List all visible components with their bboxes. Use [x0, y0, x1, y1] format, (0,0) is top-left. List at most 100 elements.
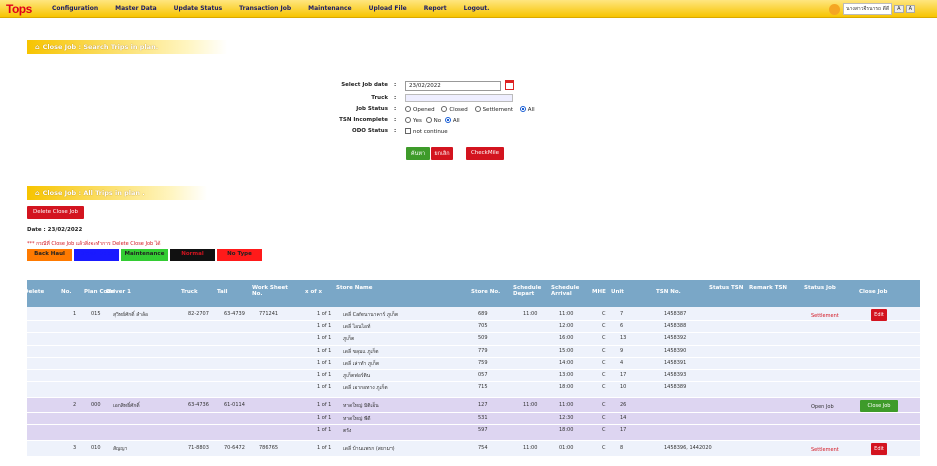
status-job: Open Job [811, 404, 834, 411]
menu-logout[interactable]: Logout. [464, 5, 490, 12]
unit: 4 [620, 359, 624, 366]
trips-section-title: ⌂ Close Job : All Trips in plan . [27, 186, 207, 200]
x-of-x: 1 of 1 [317, 311, 332, 317]
truck-no: 82-2707 [188, 311, 209, 317]
store-no: 715 [478, 384, 488, 391]
column-header: Store Name [336, 285, 373, 291]
tsn-all-option[interactable]: All [444, 117, 460, 124]
truck-no: 71-8803 [188, 445, 209, 451]
radio-icon[interactable] [405, 117, 411, 123]
tail-no: 61-0114 [224, 402, 245, 409]
checkbox-icon[interactable] [405, 128, 411, 134]
schedule-arrival: 11:00 [559, 311, 574, 317]
driver-name: สัญญา [113, 446, 128, 452]
store-no: 779 [478, 347, 488, 354]
close-job-button[interactable]: Close Job [860, 400, 898, 413]
user-icon [829, 3, 841, 15]
menu-upload-file[interactable]: Upload File [369, 5, 407, 12]
calendar-icon[interactable] [505, 80, 514, 90]
store-name: ภูเก็ต [343, 336, 355, 343]
radio-icon[interactable] [519, 106, 526, 112]
edit-button[interactable]: Edit [871, 309, 887, 321]
unit: 14 [620, 414, 627, 421]
status-settlement-option[interactable]: Settlement [474, 106, 514, 113]
job-date-input[interactable]: 23/02/2022 [405, 81, 501, 91]
menu-master-data[interactable]: Master Data [115, 5, 157, 12]
x-of-x: 1 of 1 [317, 426, 332, 433]
radio-icon[interactable] [474, 106, 481, 112]
edit-button[interactable]: Edit [871, 443, 887, 455]
tsn-no: 1458387 [664, 311, 687, 317]
status-opened-option[interactable]: Opened [405, 106, 435, 113]
unit: 6 [620, 323, 624, 330]
tops-logo[interactable]: Tops [6, 2, 32, 16]
schedule-arrival: 16:00 [559, 335, 574, 342]
option-label: No [433, 117, 442, 124]
radio-icon[interactable] [441, 106, 448, 112]
column-header: Delete [24, 289, 45, 295]
store-no: 127 [478, 402, 488, 409]
checkmile-button[interactable]: CheckMile [466, 147, 504, 160]
mhe: C [602, 445, 606, 451]
tsn-options: Yes No All [405, 117, 465, 124]
tsn-no: 1458391 [664, 359, 687, 366]
legend-back-haul: Back Haul [27, 249, 72, 261]
colon: : [394, 95, 397, 101]
store-name: เดลี่ ไอนไอท์ [343, 324, 371, 331]
store-no: 705 [478, 323, 488, 330]
schedule-arrival: 13:00 [559, 372, 574, 378]
status-job: Settlement [811, 447, 839, 453]
truck-no: 63-4736 [188, 402, 209, 409]
status-job: Settlement [811, 313, 839, 319]
unit: 7 [620, 311, 624, 317]
x-of-x: 1 of 1 [317, 445, 332, 451]
radio-icon[interactable] [405, 106, 411, 112]
home-icon: ⌂ [35, 189, 40, 197]
menu-maintenance[interactable]: Maintenance [308, 5, 352, 12]
search-button[interactable]: ค้นหา [406, 147, 430, 160]
font-larger-button[interactable]: A [905, 5, 915, 13]
status-all-option[interactable]: All [519, 106, 535, 113]
legend-no-type: No Type [217, 249, 262, 261]
menu-transaction-job[interactable]: Transaction Job [239, 5, 291, 12]
status-closed-option[interactable]: Closed [441, 106, 468, 113]
menu-report[interactable]: Report [424, 5, 447, 12]
option-label: Settlement [482, 106, 514, 113]
column-header: Schedule Arrival [551, 285, 580, 297]
tsn-no: 1458393 [664, 372, 687, 378]
menu-update-status[interactable]: Update Status [174, 5, 223, 12]
menu-configuration[interactable]: Configuration [52, 5, 98, 12]
option-label: Yes [413, 117, 422, 124]
schedule-arrival: 11:00 [559, 402, 574, 409]
trips-title-text: Close Job : All Trips in plan . [42, 189, 145, 197]
cancel-button[interactable]: ยกเลิก [431, 147, 453, 160]
worksheet-no: 771241 [259, 311, 279, 317]
tsn-no-option[interactable]: No [425, 117, 442, 124]
tsn-no: 1458396, 1442020 [664, 445, 712, 451]
odo-not-continue-option[interactable]: not continue [405, 128, 448, 135]
radio-icon[interactable] [444, 117, 451, 123]
tail-no: 70-6472 [224, 445, 245, 451]
colon: : [394, 106, 397, 112]
row-divider [27, 423, 920, 425]
column-header: Store No. [471, 289, 501, 295]
font-smaller-button[interactable]: A [894, 5, 904, 13]
store-name: เดลี่ เอากอทาง ภูเก็ต [343, 385, 388, 392]
search-section-title: ⌂ Close Job : Search Trips in plan. [27, 40, 227, 54]
truck-select[interactable] [405, 94, 513, 102]
radio-icon[interactable] [425, 117, 432, 123]
schedule-arrival: 15:00 [559, 347, 574, 354]
tsn-yes-option[interactable]: Yes [405, 117, 422, 124]
column-header: Status TSN [709, 285, 744, 291]
row-divider [27, 344, 920, 346]
store-no: 057 [478, 372, 488, 378]
schedule-depart: 11:00 [523, 445, 538, 451]
delete-close-job-button[interactable]: Delete Close Job [27, 206, 84, 219]
driver-name: เอกสิทธิ์ศักดิ์ [113, 403, 140, 410]
store-name: เดลี่ บ้านแพรก (สยามฯ) [343, 446, 395, 452]
row-divider [27, 356, 920, 358]
user-name[interactable]: นางสาวจีรนารถ ดีดี [843, 3, 893, 15]
x-of-x: 1 of 1 [317, 359, 332, 366]
column-header: Schedule Depart [513, 285, 542, 297]
column-header: TSN No. [656, 289, 681, 295]
